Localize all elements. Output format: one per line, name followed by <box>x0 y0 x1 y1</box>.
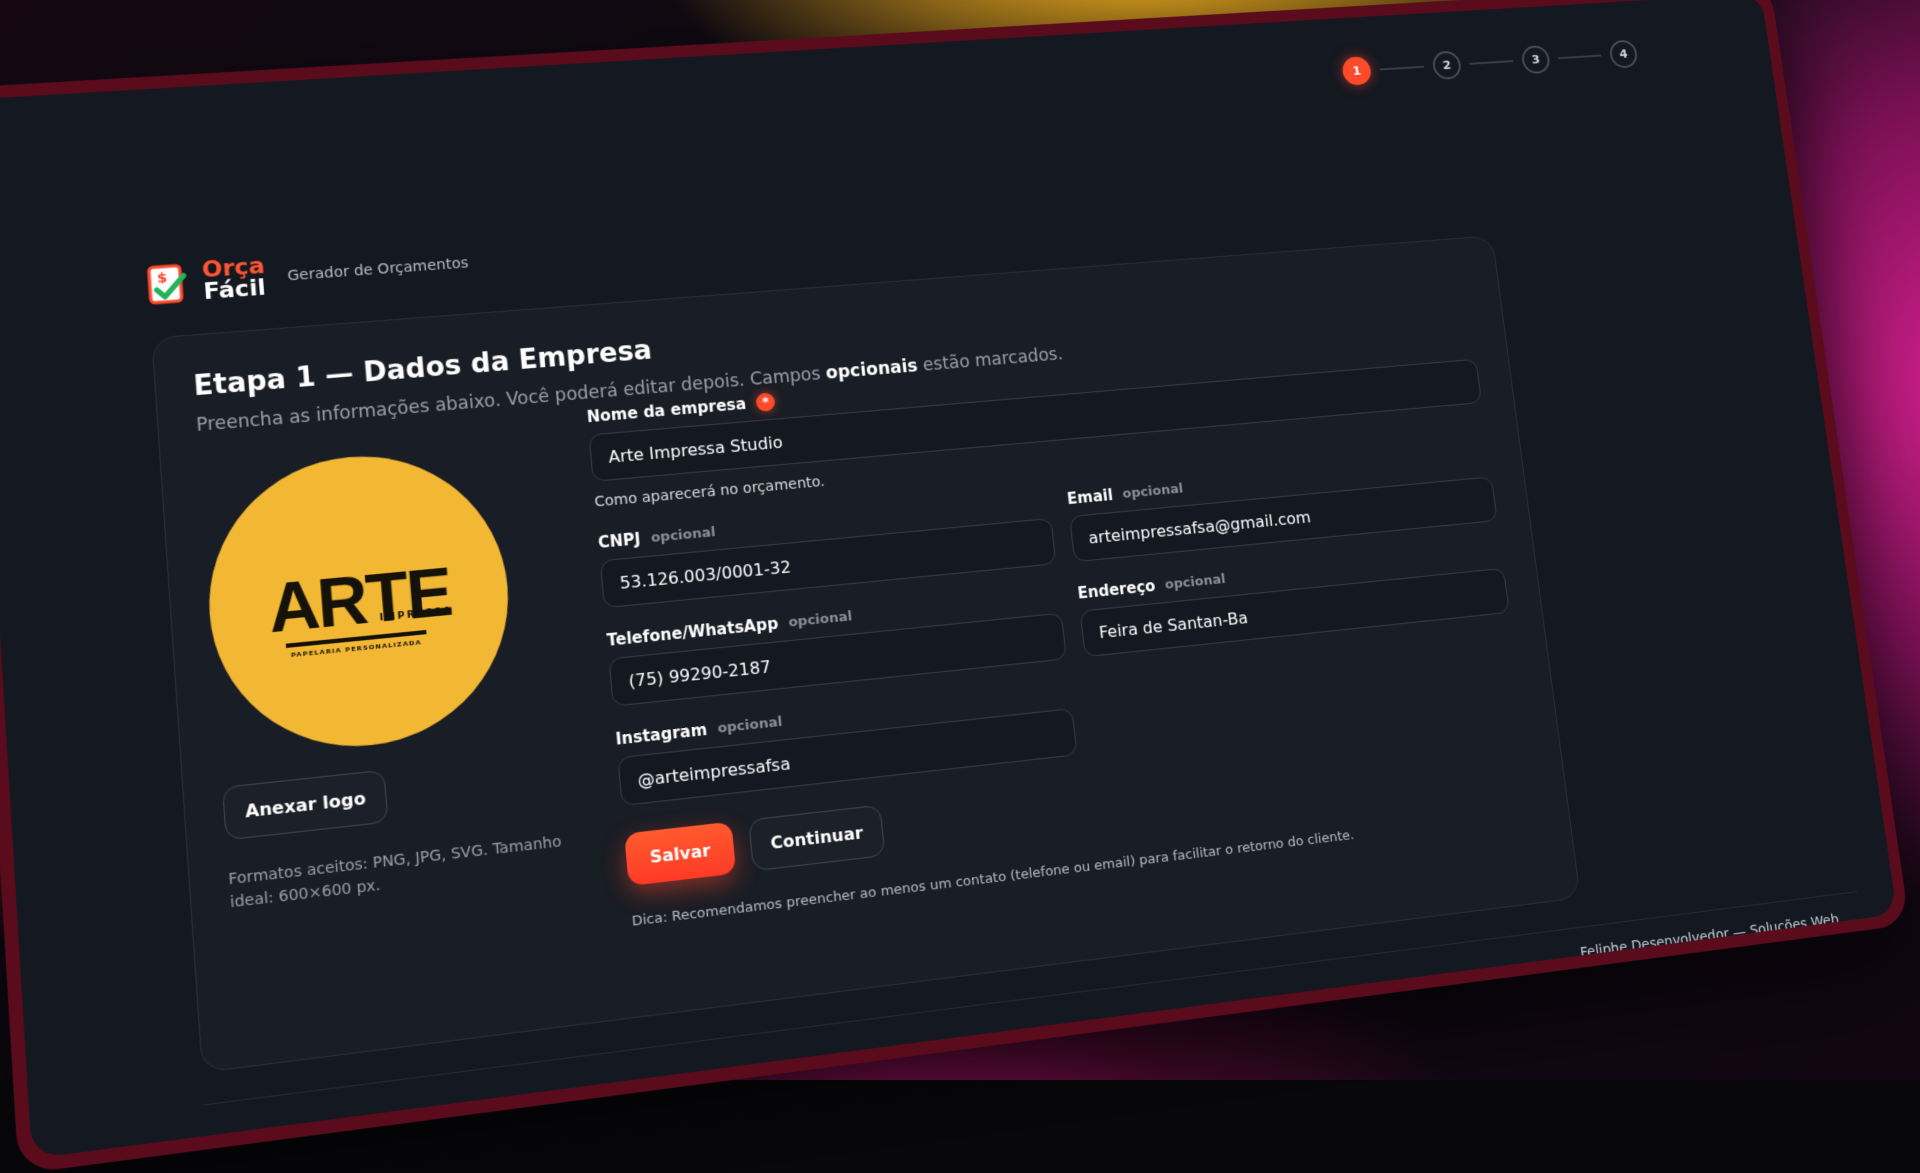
optional-tag: opcional <box>650 524 717 546</box>
required-indicator: * <box>755 392 776 413</box>
empty-column <box>1087 634 1522 753</box>
step-2[interactable]: 2 <box>1431 50 1463 81</box>
stage: 1 2 3 4 $ Orça Fácil Gerador de Orçament… <box>0 0 1920 1173</box>
save-button[interactable]: Salvar <box>624 821 737 887</box>
step-4[interactable]: 4 <box>1608 39 1639 69</box>
address-label-text: Endereço <box>1076 576 1157 603</box>
accepted-formats-text: Formatos aceitos: PNG, JPG, SVG. Tamanho… <box>227 833 563 912</box>
copyright-text: © 2025 OrçaFácil — Todos os direitos res… <box>208 1108 702 1159</box>
email-label-text: Email <box>1066 485 1114 509</box>
brand: $ Orça Fácil Gerador de Orçamentos <box>146 242 470 308</box>
brand-subtitle: Gerador de Orçamentos <box>286 254 470 285</box>
brand-name: Orça Fácil <box>201 253 267 306</box>
step-connector <box>1558 54 1602 60</box>
instagram-field: Instagram opcional @arteimpressafsa <box>615 682 1078 807</box>
optional-tag: opcional <box>1164 571 1227 593</box>
optional-tag: opcional <box>787 608 853 631</box>
company-logo-preview: ARTE IMPRESSA PAPELARIA PERSONALIZADA <box>199 444 520 761</box>
instagram-label-text: Instagram <box>614 720 708 749</box>
svg-text:$: $ <box>157 270 168 286</box>
step-connector <box>1469 60 1514 65</box>
brand-name-line2: Fácil <box>202 274 267 306</box>
cnpj-label-text: CNPJ <box>597 529 642 553</box>
invoice-check-icon: $ <box>146 263 189 307</box>
description-bold: opcionais <box>824 356 919 384</box>
step-connector <box>1379 65 1425 71</box>
logo-section: ARTE IMPRESSA PAPELARIA PERSONALIZADA An… <box>199 440 585 915</box>
app-window: 1 2 3 4 $ Orça Fácil Gerador de Orçament… <box>0 0 1898 1159</box>
stepper: 1 2 3 4 <box>1341 39 1639 86</box>
optional-tag: opcional <box>716 713 783 737</box>
address-field: Endereço opcional Feira de Santan-Ba <box>1076 542 1510 658</box>
company-form: Nome da empresa * Arte Impressa Studio C… <box>586 334 1537 930</box>
step-3[interactable]: 3 <box>1520 44 1552 75</box>
step-1[interactable]: 1 <box>1341 56 1373 86</box>
attach-logo-button[interactable]: Anexar logo <box>221 769 389 841</box>
cnpj-field: CNPJ opcional 53.126.003/0001-32 <box>597 492 1057 609</box>
app-window-frame: 1 2 3 4 $ Orça Fácil Gerador de Orçament… <box>0 0 1910 1173</box>
company-data-card: Etapa 1 — Dados da Empresa Preencha as i… <box>151 235 1581 1073</box>
email-field: Email opcional arteimpressafsa@gmail.com <box>1066 451 1498 563</box>
continue-button[interactable]: Continuar <box>748 804 886 872</box>
developer-credit: Feliphe Desenvolvedor — Soluções Web. <box>1579 911 1844 962</box>
optional-tag: opcional <box>1121 480 1184 502</box>
